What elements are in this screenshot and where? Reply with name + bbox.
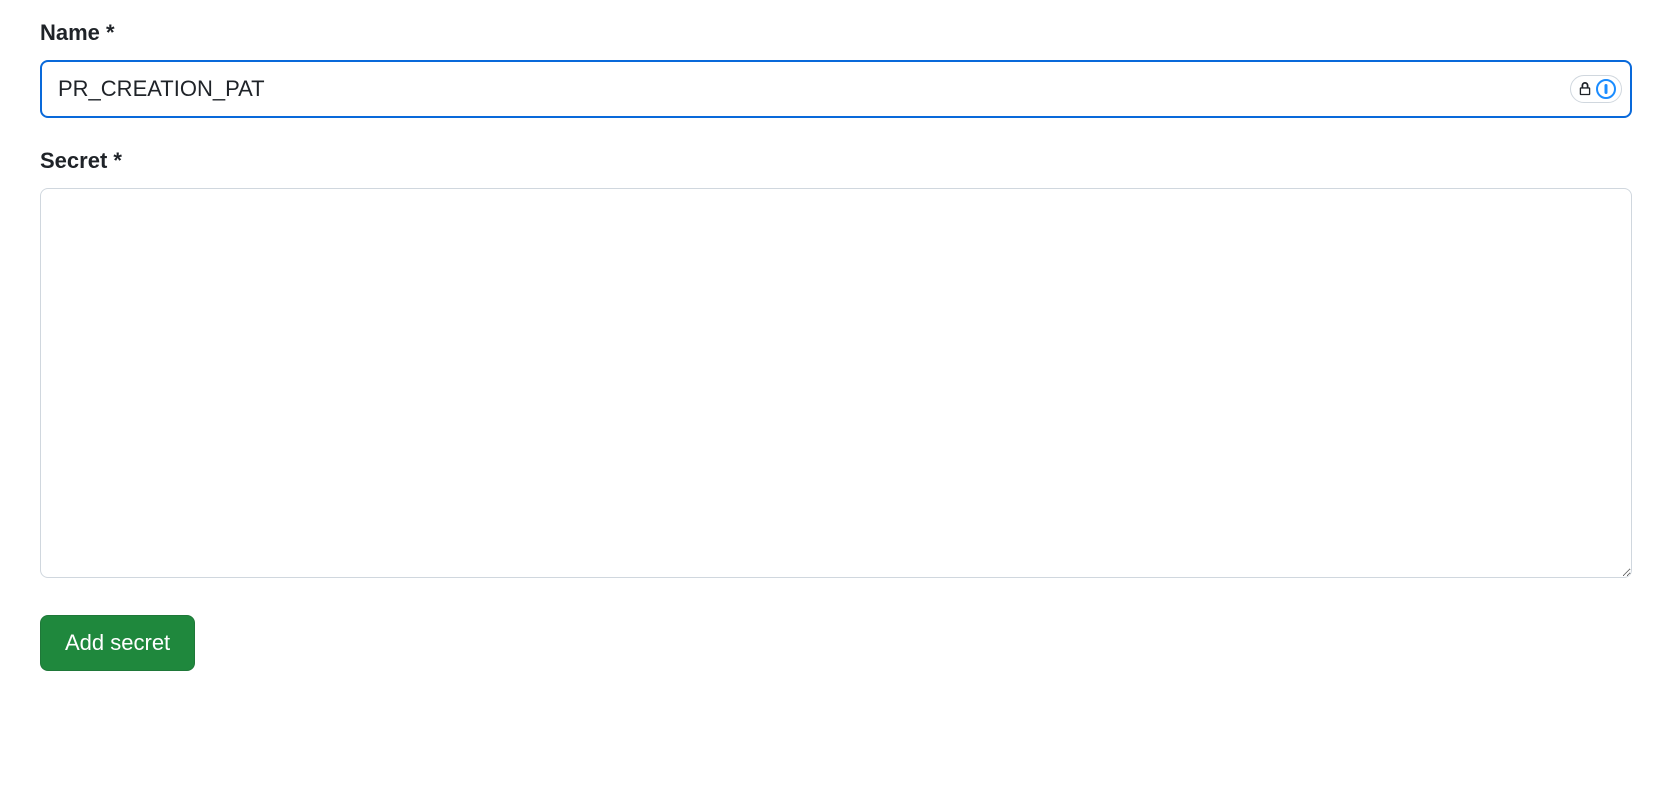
secret-label: Secret * — [40, 148, 1632, 174]
name-input[interactable] — [40, 60, 1632, 118]
secret-textarea[interactable] — [40, 188, 1632, 578]
lock-icon — [1576, 80, 1594, 98]
password-manager-badge[interactable] — [1570, 75, 1622, 103]
button-row: Add secret — [40, 615, 1632, 671]
secret-form-group: Secret * — [40, 148, 1632, 583]
name-label: Name * — [40, 20, 1632, 46]
onepassword-icon — [1596, 79, 1616, 99]
name-form-group: Name * — [40, 20, 1632, 118]
name-input-wrapper — [40, 60, 1632, 118]
add-secret-button[interactable]: Add secret — [40, 615, 195, 671]
